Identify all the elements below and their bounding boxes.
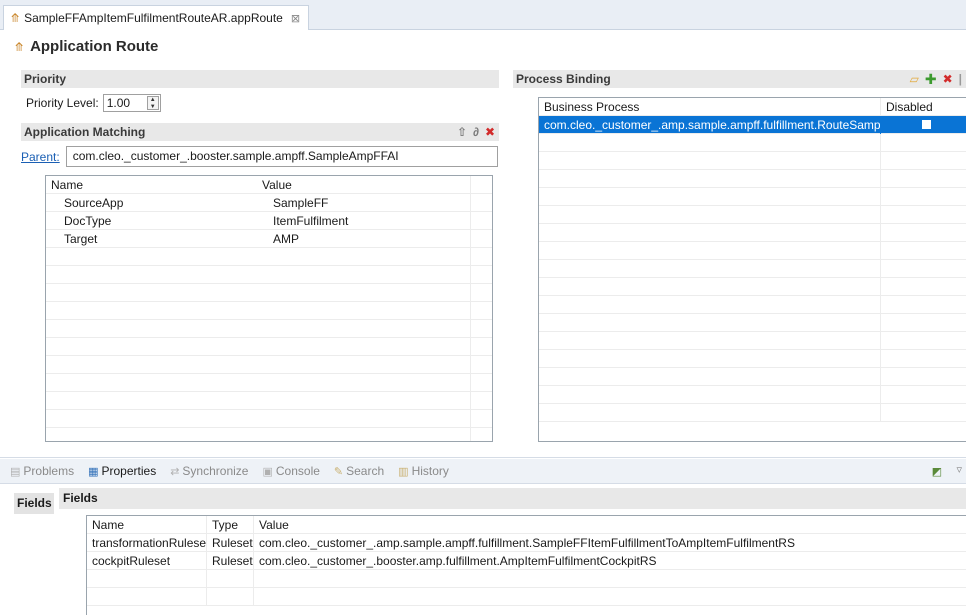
row-value: AMP <box>257 230 471 248</box>
matching-table[interactable]: Name Value SourceApp SampleFF DocType It… <box>45 175 493 442</box>
route-pin-icon: ⤊ <box>10 11 21 25</box>
row-value: ItemFulfilment <box>257 212 471 230</box>
close-icon[interactable]: ⊠ <box>291 12 300 25</box>
priority-level-value: 1.00 <box>106 96 131 110</box>
binding-table[interactable]: Business Process Disabled com.cleo._cust… <box>538 97 966 442</box>
row-filler <box>471 194 492 212</box>
spinner-down-icon[interactable]: ▼ <box>148 104 158 111</box>
delete-icon[interactable]: ✖ <box>943 70 953 88</box>
table-row[interactable]: DocType ItemFulfilment <box>46 212 492 230</box>
toolbar-separator: | <box>958 72 962 86</box>
priority-level-label: Priority Level: <box>26 96 99 110</box>
matching-empty-rows <box>46 248 492 441</box>
editor-tab[interactable]: ⤊ SampleFFAmpItemFulfilmentRouteAR.appRo… <box>3 5 310 30</box>
fields-empty-rows <box>87 570 966 606</box>
field-type: Ruleset <box>207 534 254 552</box>
move-up-icon[interactable]: ⇧ <box>457 123 467 141</box>
table-row[interactable]: cockpitRuleset Ruleset com.cleo._custome… <box>87 552 966 570</box>
application-matching-toolbar: ⇧ ∂ ✖ <box>457 123 495 141</box>
edit-icon[interactable]: ∂ <box>473 123 479 141</box>
table-row[interactable]: SourceApp SampleFF <box>46 194 492 212</box>
column-header-disabled[interactable]: Disabled <box>881 98 966 116</box>
table-row[interactable]: Target AMP <box>46 230 492 248</box>
parent-link[interactable]: Parent: <box>21 150 60 164</box>
tab-synchronize-label: Synchronize <box>182 464 249 478</box>
tab-problems-label: Problems <box>23 464 75 478</box>
view-menu-icon[interactable]: ▿ <box>956 463 962 476</box>
tab-search[interactable]: ✎ Search <box>334 464 384 478</box>
column-header-name[interactable]: Name <box>46 176 257 194</box>
route-pin-icon: ⤊ <box>14 39 25 54</box>
page-title: Application Route <box>30 38 159 55</box>
parent-field[interactable]: com.cleo._customer_.booster.sample.ampff… <box>65 146 498 167</box>
table-row[interactable]: transformationRuleset Ruleset com.cleo._… <box>87 534 966 552</box>
tab-properties-label: Properties <box>101 464 157 478</box>
field-name: cockpitRuleset <box>87 552 207 570</box>
page-header: ⤊ Application Route <box>14 38 158 55</box>
tab-synchronize[interactable]: ⇄ Synchronize <box>170 464 248 478</box>
properties-icon: ▦ <box>88 465 99 478</box>
checkbox-box <box>921 120 931 129</box>
spinner-up-icon[interactable]: ▲ <box>148 97 158 104</box>
synchronize-icon: ⇄ <box>170 465 180 478</box>
tab-properties[interactable]: ▦ Properties <box>88 464 156 478</box>
add-icon[interactable]: ✚ <box>925 70 937 88</box>
column-header-business-process[interactable]: Business Process <box>539 98 881 116</box>
priority-spinner[interactable]: ▲ ▼ <box>146 96 159 111</box>
disabled-checkbox[interactable] <box>881 116 966 134</box>
console-icon: ▣ <box>262 465 273 478</box>
field-value: com.cleo._customer_.amp.sample.ampff.ful… <box>259 536 795 550</box>
column-header-value[interactable]: Value <box>257 176 471 194</box>
row-filler <box>471 212 492 230</box>
maximize-icon[interactable]: ◩ <box>932 465 942 478</box>
tab-history[interactable]: ▥ History <box>398 464 449 478</box>
tab-problems[interactable]: ▤ Problems <box>10 464 74 478</box>
open-folder-icon[interactable]: ▱ <box>910 70 919 88</box>
tab-history-label: History <box>411 464 449 478</box>
field-name: transformationRuleset <box>87 534 207 552</box>
row-value: SampleFF <box>257 194 471 212</box>
priority-level-field[interactable]: 1.00 ▲ ▼ <box>102 94 161 112</box>
fields-table-header: Name Type Value <box>87 516 966 534</box>
search-icon: ✎ <box>333 465 344 478</box>
history-icon: ▥ <box>398 465 409 478</box>
parent-row: Parent: com.cleo._customer_.booster.samp… <box>21 146 498 167</box>
process-binding-section-header[interactable]: Process Binding ▱ ✚ ✖ | <box>513 70 966 88</box>
tab-search-label: Search <box>346 464 385 478</box>
process-binding-toolbar: ▱ ✚ ✖ | <box>910 70 962 88</box>
fields-section-header[interactable]: Fields <box>59 488 966 509</box>
table-row[interactable]: com.cleo._customer_.amp.sample.ampff.ful… <box>539 116 966 134</box>
fields-table[interactable]: Name Type Value transformationRuleset Ru… <box>86 515 966 615</box>
priority-section-header[interactable]: Priority <box>21 70 499 88</box>
matching-table-header: Name Value <box>46 176 492 194</box>
editor-tab-label: SampleFFAmpItemFulfilmentRouteAR.appRout… <box>24 11 283 25</box>
application-matching-section-header[interactable]: Application Matching ⇧ ∂ ✖ <box>21 123 499 141</box>
row-business-process: com.cleo._customer_.amp.sample.ampff.ful… <box>539 116 881 134</box>
field-type: Ruleset <box>207 552 254 570</box>
row-name: Target <box>64 232 98 246</box>
binding-table-header: Business Process Disabled <box>539 98 966 116</box>
field-value: com.cleo._customer_.booster.amp.fulfillm… <box>259 554 657 568</box>
binding-empty-rows <box>539 134 966 422</box>
column-header-value[interactable]: Value <box>254 516 966 534</box>
tab-console-label: Console <box>275 464 320 478</box>
application-matching-title: Application Matching <box>24 125 146 139</box>
properties-side-tab[interactable]: Fields <box>14 493 54 514</box>
tab-console[interactable]: ▣ Console <box>262 464 319 478</box>
row-filler <box>471 230 492 248</box>
editor-bottom-edge <box>0 450 966 458</box>
problems-icon: ▤ <box>10 465 21 478</box>
column-header-filler <box>471 176 492 194</box>
delete-icon[interactable]: ✖ <box>485 123 495 141</box>
process-binding-title: Process Binding <box>516 72 611 86</box>
priority-level-row: Priority Level: 1.00 ▲ ▼ <box>26 94 161 112</box>
row-name: DocType <box>64 214 112 228</box>
column-header-type[interactable]: Type <box>207 516 254 534</box>
row-name: SourceApp <box>64 196 124 210</box>
views-tab-strip: ▤ Problems ▦ Properties ⇄ Synchronize ▣ … <box>0 459 966 484</box>
column-header-name[interactable]: Name <box>87 516 207 534</box>
